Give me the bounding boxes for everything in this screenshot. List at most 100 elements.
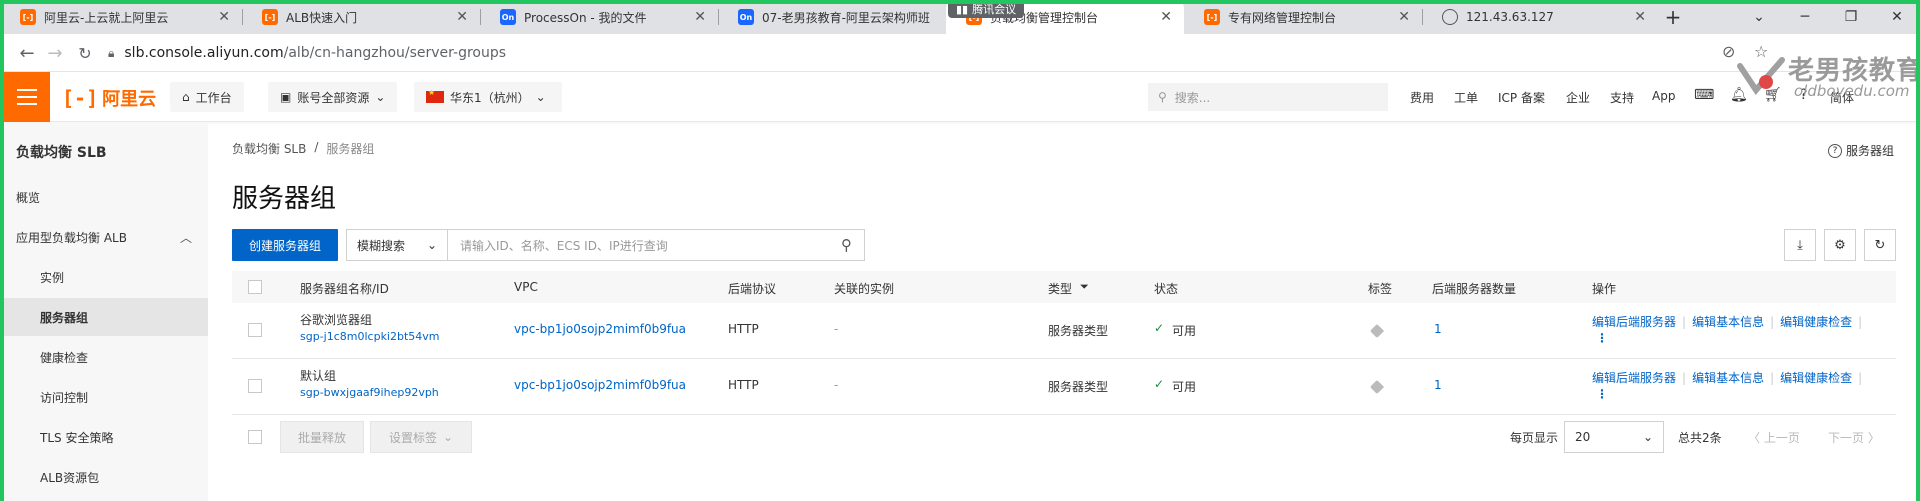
close-icon[interactable]: ✕: [218, 9, 230, 25]
instances: -: [834, 378, 839, 392]
more-actions-icon[interactable]: ⋮: [1596, 387, 1608, 401]
edit-backend-servers-link[interactable]: 编辑后端服务器: [1592, 369, 1676, 386]
next-page-button[interactable]: 下一页 〉: [1828, 429, 1880, 446]
backend-count-link[interactable]: 1: [1434, 378, 1442, 392]
browser-tab[interactable]: [-] ALB快速入门 ✕: [242, 0, 480, 34]
vpc-link[interactable]: vpc-bp1jo0sojp2mimf0b9fua: [514, 322, 686, 336]
edit-basic-info-link[interactable]: 编辑基本信息: [1692, 313, 1764, 330]
nav-enterprise[interactable]: 企业: [1566, 89, 1590, 106]
sidebar-item-alb[interactable]: 应用型负载均衡 ALB ︿: [0, 218, 208, 256]
protocol: HTTP: [728, 322, 759, 336]
sidebar-item-access-control[interactable]: 访问控制: [0, 378, 208, 416]
page-title: 服务器组: [232, 184, 337, 214]
refresh-icon[interactable]: ↻: [1864, 229, 1896, 261]
group-type: 服务器类型: [1048, 380, 1109, 394]
select-all-checkbox[interactable]: [248, 280, 262, 294]
meeting-icon: ▮▮: [956, 2, 969, 16]
edit-health-check-link[interactable]: 编辑健康检查: [1780, 313, 1852, 330]
edit-backend-servers-link[interactable]: 编辑后端服务器: [1592, 313, 1676, 330]
watermark-logo: 老男孩教育 oldboyedu.com: [1732, 46, 1920, 102]
nav-fees[interactable]: 费用: [1410, 89, 1434, 106]
more-actions-icon[interactable]: ⋮: [1596, 331, 1608, 345]
edit-health-check-link[interactable]: 编辑健康检查: [1780, 369, 1852, 386]
action-separator: |: [1858, 314, 1863, 329]
sidebar-item-alb-packages[interactable]: ALB资源包: [0, 458, 208, 496]
forward-arrow-icon[interactable]: →: [42, 40, 68, 66]
browser-tab[interactable]: [-] 阿里云-上云就上阿里云 ✕: [0, 0, 242, 34]
console-topnav: [-] 阿里云 ⌂ 工作台 ▣ 账号全部资源 ⌄ 华东1（杭州） ⌄ ⚲ 搜索.…: [0, 72, 1920, 122]
restore-icon[interactable]: ❐: [1828, 0, 1874, 34]
row-actions: 编辑后端服务器 | 编辑基本信息 | 编辑健康检查 |: [1592, 369, 1862, 386]
aliyun-logo[interactable]: [-] 阿里云: [62, 85, 156, 111]
close-icon[interactable]: ✕: [1398, 9, 1410, 25]
server-group-name: 默认组: [300, 369, 337, 383]
close-icon[interactable]: ✕: [1634, 9, 1646, 25]
nav-icp[interactable]: ICP 备案: [1498, 89, 1545, 106]
browser-tab[interactable]: [-] 专有网络管理控制台 ✕: [1184, 0, 1422, 34]
breadcrumb-link[interactable]: 负载均衡 SLB: [232, 140, 306, 157]
edit-basic-info-link[interactable]: 编辑基本信息: [1692, 369, 1764, 386]
gear-icon[interactable]: ⚙: [1824, 229, 1856, 261]
footer-select-all-checkbox[interactable]: [248, 430, 262, 444]
action-separator: |: [1770, 314, 1775, 329]
processon-icon: On: [500, 9, 516, 25]
help-doc-link[interactable]: ? 服务器组: [1828, 142, 1894, 159]
action-separator: |: [1682, 314, 1687, 329]
close-icon[interactable]: ✕: [456, 9, 468, 25]
server-group-id-link[interactable]: sgp-j1c8m0lcpki2bt54vm: [300, 330, 440, 343]
col-name: 服务器组名称/ID: [300, 282, 389, 296]
tag-icon[interactable]: [1369, 323, 1385, 339]
tab-search-chevron-icon[interactable]: ⌄: [1736, 0, 1782, 34]
prev-page-button[interactable]: 〈 上一页: [1748, 429, 1800, 446]
account-scope-dropdown[interactable]: ▣ 账号全部资源 ⌄: [268, 82, 398, 112]
vpc-link[interactable]: vpc-bp1jo0sojp2mimf0b9fua: [514, 378, 686, 392]
menu-icon[interactable]: [4, 72, 50, 122]
browser-tab[interactable]: 121.43.63.127 ✕: [1422, 0, 1658, 34]
server-group-id-link[interactable]: sgp-bwxjgaaf9ihep92vph: [300, 386, 439, 399]
status-text: 可用: [1172, 380, 1197, 394]
backend-count-link[interactable]: 1: [1434, 322, 1442, 336]
row-checkbox[interactable]: [248, 323, 262, 337]
col-actions: 操作: [1592, 282, 1617, 296]
region-dropdown[interactable]: 华东1（杭州） ⌄: [414, 82, 562, 112]
sidebar-item-overview[interactable]: 概览: [0, 178, 208, 216]
download-icon[interactable]: ⤓: [1784, 229, 1816, 261]
browser-tab[interactable]: On 07-老男孩教育-阿里云架构师班: [718, 0, 946, 34]
workbench-button[interactable]: ⌂ 工作台: [170, 82, 244, 112]
nav-app[interactable]: App: [1652, 89, 1675, 103]
close-window-icon[interactable]: ✕: [1874, 0, 1920, 34]
table-row: 谷歌浏览器组 sgp-j1c8m0lcpki2bt54vm vpc-bp1jo0…: [232, 303, 1896, 359]
terminal-icon[interactable]: ⌨: [1694, 87, 1714, 103]
lock-icon: 🔒︎: [108, 45, 115, 60]
create-server-group-button[interactable]: 创建服务器组: [232, 229, 338, 261]
row-checkbox[interactable]: [248, 379, 262, 393]
browser-tab[interactable]: On ProcessOn - 我的文件 ✕: [480, 0, 718, 34]
action-separator: |: [1858, 370, 1863, 385]
sidebar-item-tls-policy[interactable]: TLS 安全策略: [0, 418, 208, 456]
sidebar-item-health-check[interactable]: 健康检查: [0, 338, 208, 376]
back-arrow-icon[interactable]: ←: [14, 40, 40, 66]
console-search-input[interactable]: ⚲ 搜索...: [1148, 83, 1388, 111]
minimize-icon[interactable]: ─: [1782, 0, 1828, 34]
batch-release-button[interactable]: 批量释放: [280, 421, 364, 453]
search-mode-select[interactable]: 模糊搜索 ⌄: [346, 229, 448, 261]
action-separator: |: [1770, 370, 1775, 385]
set-tags-button[interactable]: 设置标签 ⌄: [370, 421, 472, 453]
tag-icon[interactable]: [1369, 379, 1385, 395]
per-page-select[interactable]: 20 ⌄: [1564, 421, 1664, 453]
table-header: 服务器组名称/ID VPC 后端协议 关联的实例 类型 ⏷ 状态 标签 后端服务…: [232, 271, 1896, 303]
globe-icon: [1442, 9, 1458, 25]
reload-icon[interactable]: ↻: [72, 40, 98, 66]
watermark-mark-icon: [1737, 57, 1785, 95]
sidebar-item-server-groups[interactable]: 服务器组: [0, 298, 208, 336]
sidebar-item-instances[interactable]: 实例: [0, 258, 208, 296]
address-bar[interactable]: 🔒︎ slb.console.aliyun.com/alb/cn-hangzho…: [108, 39, 1788, 67]
search-icon[interactable]: ⚲: [841, 236, 852, 254]
close-icon[interactable]: ✕: [694, 9, 706, 25]
search-input[interactable]: 请输入ID、名称、ECS ID、IP进行查询 ⚲: [447, 229, 865, 261]
nav-support[interactable]: 支持: [1610, 89, 1634, 106]
new-tab-button[interactable]: +: [1650, 0, 1696, 34]
close-icon[interactable]: ✕: [1160, 9, 1172, 25]
filter-icon[interactable]: ⏷: [1080, 280, 1089, 294]
nav-tickets[interactable]: 工单: [1454, 89, 1478, 106]
